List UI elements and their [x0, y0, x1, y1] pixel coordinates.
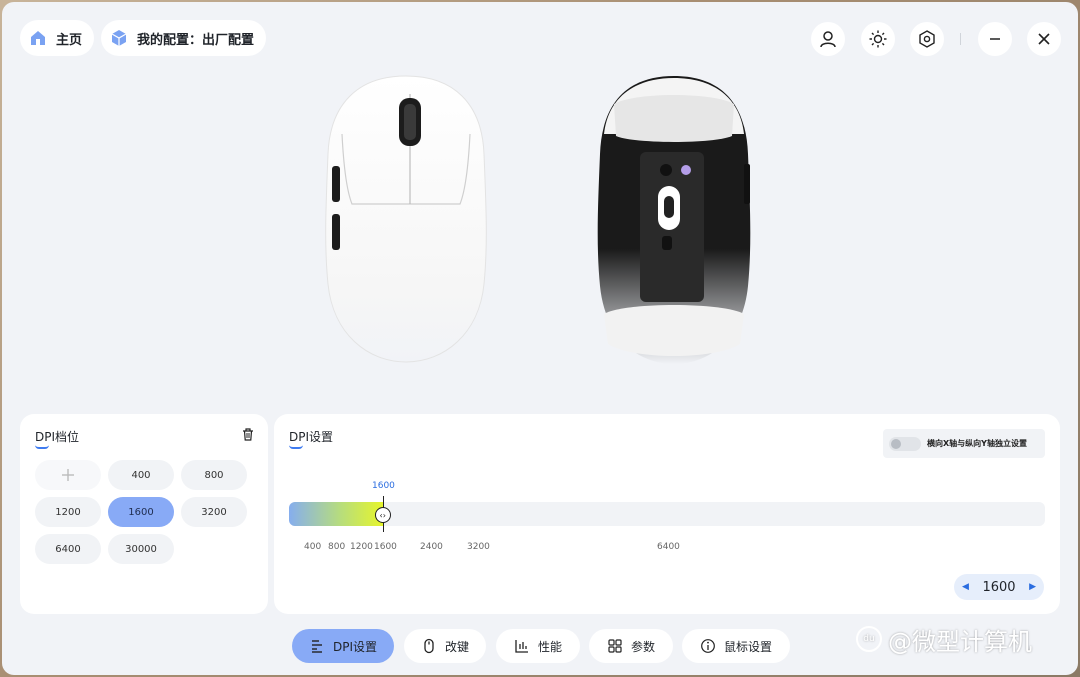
tick-label: 1200: [350, 542, 373, 552]
tab-label: 性能: [537, 639, 562, 654]
mouse-icon: [424, 638, 434, 654]
tab-label: DPI设置: [332, 639, 378, 654]
dpi-settings-panel: DPI设置 横向X轴与纵向Y轴独立设置 1600 ‹› 400 800 1200…: [274, 414, 1060, 614]
increase-arrow-icon[interactable]: ▶: [1029, 582, 1036, 592]
dpi-slider[interactable]: [289, 502, 1045, 526]
cube-icon: [109, 28, 129, 48]
close-button[interactable]: [1027, 22, 1061, 56]
dpi-settings-title: DPI设置: [289, 430, 334, 444]
tick-label: 1600: [374, 542, 397, 552]
dpi-chip-800[interactable]: 800: [181, 460, 247, 490]
dpi-bars-icon: [311, 640, 322, 653]
tab-label: 鼠标设置: [723, 639, 772, 654]
app-window: 主页 我的配置：出厂配置 DPI档位 400 800 1200 1600 320…: [2, 2, 1078, 675]
dpi-chip-30000[interactable]: 30000: [108, 534, 174, 564]
dpi-chip-6400[interactable]: 6400: [35, 534, 101, 564]
profile-button[interactable]: 我的配置：出厂配置: [101, 20, 267, 56]
dpi-levels-title: DPI档位: [35, 430, 80, 444]
tick-label: 6400: [657, 542, 680, 552]
xy-independent-label: 横向X轴与纵向Y轴独立设置: [927, 439, 1027, 448]
dpi-stepper[interactable]: ◀ 1600 ▶: [954, 574, 1044, 600]
user-icon: [820, 31, 836, 48]
profile-label: 我的配置：出厂配置: [137, 32, 255, 48]
dpi-chip-3200[interactable]: 3200: [181, 497, 247, 527]
watermark: du @微型计算机: [856, 622, 1032, 656]
title-underline: [35, 445, 49, 449]
tab-parameters[interactable]: 参数: [589, 629, 673, 663]
info-icon: [701, 639, 715, 653]
dpi-slider-fill: [289, 502, 383, 526]
plus-icon: [62, 469, 74, 481]
dpi-slider-handle[interactable]: ‹›: [374, 507, 391, 523]
xy-independent-setting[interactable]: 横向X轴与纵向Y轴独立设置: [883, 429, 1045, 458]
tick-label: 400: [304, 542, 322, 552]
dpi-chip-1200[interactable]: 1200: [35, 497, 101, 527]
watermark-logo: du: [856, 626, 882, 652]
watermark-text: @微型计算机: [888, 627, 1032, 656]
title-underline: [289, 445, 303, 449]
tick-label: 800: [328, 542, 346, 552]
settings-hex-icon: [919, 30, 935, 48]
minimize-button[interactable]: [978, 22, 1012, 56]
current-dpi-label: 1600: [372, 481, 395, 491]
tick-label: 2400: [420, 542, 443, 552]
lighting-button[interactable]: [861, 22, 895, 56]
home-button[interactable]: 主页: [20, 20, 95, 56]
close-icon: [1038, 33, 1050, 45]
performance-chart-icon: [515, 640, 528, 653]
dpi-levels-panel: DPI档位 400 800 1200 1600 3200 6400 30000: [20, 414, 268, 614]
account-button[interactable]: [811, 22, 845, 56]
tab-dpi-settings[interactable]: DPI设置: [292, 629, 394, 663]
tab-label: 参数: [630, 639, 655, 654]
home-label: 主页: [56, 32, 83, 48]
xy-independent-toggle[interactable]: [889, 436, 921, 451]
tab-label: 改键: [444, 639, 469, 654]
grid-icon: [608, 639, 622, 653]
add-dpi-button[interactable]: [35, 460, 101, 490]
brightness-icon: [869, 30, 887, 48]
tab-mouse-settings[interactable]: 鼠标设置: [682, 629, 790, 663]
decrease-arrow-icon[interactable]: ◀: [962, 582, 969, 592]
mouse-top-view: [325, 75, 487, 363]
home-icon: [28, 28, 48, 48]
dpi-chip-400[interactable]: 400: [108, 460, 174, 490]
minimize-icon: [990, 38, 1000, 40]
header-divider: [960, 33, 961, 45]
mouse-bottom-view: [597, 76, 751, 364]
trash-icon[interactable]: [242, 428, 254, 441]
tab-performance[interactable]: 性能: [496, 629, 580, 663]
dpi-stepper-value[interactable]: 1600: [982, 580, 1015, 595]
dpi-chip-1600[interactable]: 1600: [108, 497, 174, 527]
tab-remap[interactable]: 改键: [404, 629, 486, 663]
settings-button[interactable]: [910, 22, 944, 56]
tick-label: 3200: [467, 542, 490, 552]
